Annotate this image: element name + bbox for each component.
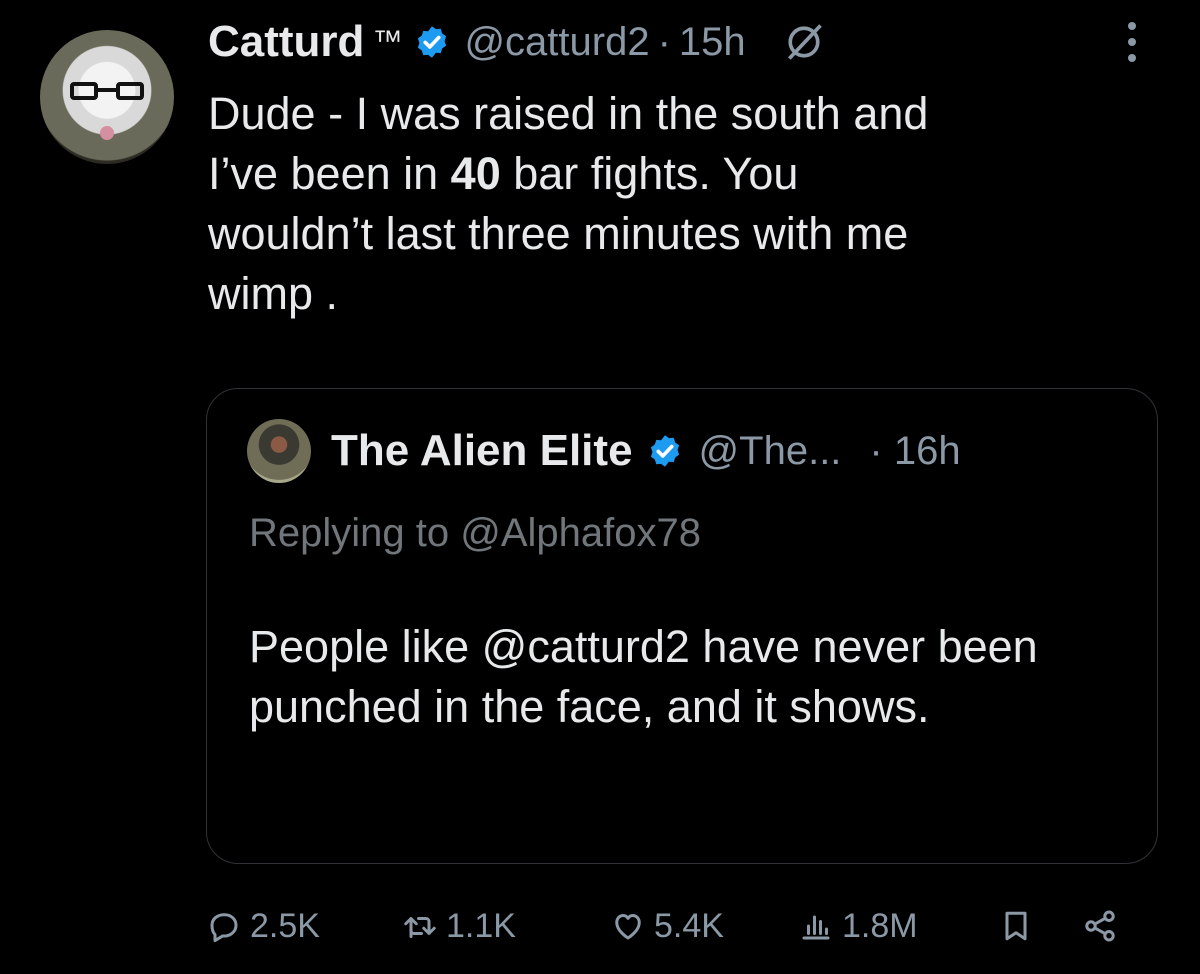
quoted-author-avatar[interactable] bbox=[247, 419, 311, 483]
views-count: 1.8M bbox=[842, 906, 918, 945]
quoted-tweet-header: The Alien Elite @The... · 16h bbox=[331, 419, 961, 483]
trademark-symbol: ™ bbox=[372, 25, 403, 58]
like-count: 5.4K bbox=[654, 906, 724, 945]
like-button[interactable]: 5.4K bbox=[610, 898, 724, 954]
author-handle[interactable]: @catturd2 bbox=[464, 20, 649, 65]
replying-to-text[interactable]: Replying to @Alphafox78 bbox=[249, 511, 701, 556]
views-button[interactable]: 1.8M bbox=[798, 898, 918, 954]
more-dots-icon[interactable] bbox=[1122, 22, 1142, 70]
tweet-time[interactable]: 15h bbox=[679, 20, 746, 65]
share-button[interactable] bbox=[1082, 898, 1126, 954]
avatar-glasses bbox=[70, 82, 144, 102]
quoted-tweet-text: People like @catturd2 have never been pu… bbox=[249, 621, 1038, 732]
quoted-author-handle[interactable]: @The... bbox=[699, 429, 842, 474]
author-name[interactable]: Catturd bbox=[208, 17, 364, 67]
time-separator: · bbox=[657, 19, 671, 64]
quoted-tweet[interactable]: The Alien Elite @The... · 16h Replying t… bbox=[206, 388, 1158, 864]
bookmark-button[interactable] bbox=[998, 898, 1042, 954]
bookmark-icon bbox=[1005, 911, 1027, 941]
tweet-header: Catturd ™ @catturd2 · 15h bbox=[208, 12, 826, 72]
reply-icon bbox=[210, 913, 238, 943]
verified-badge-icon[interactable] bbox=[414, 24, 450, 60]
reply-button[interactable]: 2.5K bbox=[206, 898, 320, 954]
views-icon bbox=[802, 915, 830, 940]
retweet-button[interactable]: 1.1K bbox=[402, 898, 516, 954]
share-icon bbox=[1085, 910, 1115, 942]
quoted-tweet-time[interactable]: · 16h bbox=[869, 429, 960, 474]
quoted-author-name[interactable]: The Alien Elite bbox=[331, 426, 633, 476]
reply-count: 2.5K bbox=[250, 906, 320, 945]
heart-icon bbox=[615, 914, 641, 940]
author-avatar[interactable] bbox=[40, 30, 174, 164]
retweet-count: 1.1K bbox=[446, 906, 516, 945]
grok-icon[interactable] bbox=[782, 20, 826, 64]
tweet-text-bold: 40 bbox=[450, 148, 501, 199]
verified-badge-icon[interactable] bbox=[647, 433, 683, 469]
tweet-actions: 2.5K 1.1K 5.4K 1.8M bbox=[206, 898, 1146, 954]
avatar-collar-tag bbox=[100, 126, 114, 140]
tweet-text: Dude - I was raised in the south and I’v… bbox=[208, 88, 929, 319]
retweet-icon bbox=[404, 917, 436, 938]
